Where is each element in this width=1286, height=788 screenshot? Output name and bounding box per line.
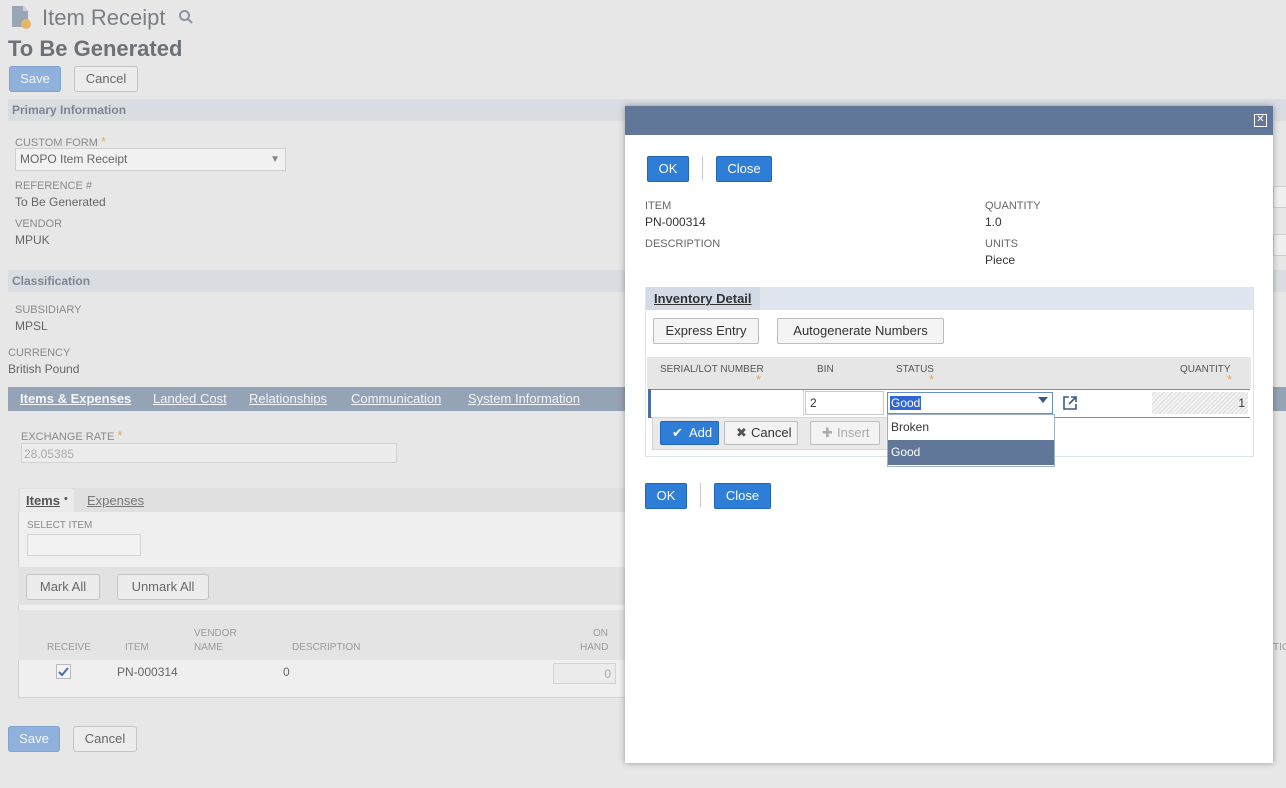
plus-icon: ✚	[822, 425, 833, 440]
subsidiary-value: MPSL	[15, 319, 48, 333]
select-item-input[interactable]	[27, 534, 141, 556]
checkmark-icon	[58, 667, 69, 677]
th-on: ON	[593, 628, 608, 639]
subsidiary-label: SUBSIDIARY	[15, 304, 82, 316]
reference-value: To Be Generated	[15, 195, 106, 209]
chevron-down-icon: ▼	[270, 154, 280, 165]
insert-row-button[interactable]: ✚ Insert	[810, 421, 880, 445]
mark-buttons-bar	[18, 567, 628, 605]
quantity-label: QUANTITY	[985, 200, 1041, 212]
button-separator	[702, 156, 703, 180]
page-title: Item Receipt	[42, 5, 166, 30]
tab-relationships[interactable]: Relationships	[249, 391, 327, 406]
open-link-icon[interactable]	[1062, 395, 1078, 411]
x-icon: ✖	[736, 425, 747, 440]
add-row-button[interactable]: ✔ Add	[660, 421, 719, 445]
tab-landed-cost[interactable]: Landed Cost	[153, 391, 227, 406]
vendor-label: VENDOR	[15, 218, 63, 230]
status-selected-value: Good	[890, 396, 922, 410]
unmark-all-button[interactable]: Unmark All	[117, 574, 209, 600]
search-icon[interactable]	[178, 9, 194, 25]
add-label: Add	[689, 425, 713, 440]
th-receive: RECEIVE	[47, 642, 91, 653]
express-entry-button[interactable]: Express Entry	[653, 318, 759, 344]
item-label: ITEM	[645, 200, 672, 212]
custom-form-select[interactable]: MOPO Item Receipt ▼	[15, 148, 286, 171]
reference-label: REFERENCE #	[15, 180, 93, 192]
tab-communication[interactable]: Communication	[351, 391, 441, 406]
th-item: ITEM	[125, 642, 149, 653]
autogenerate-numbers-button[interactable]: Autogenerate Numbers	[777, 318, 944, 344]
th-description: DESCRIPTION	[292, 642, 361, 653]
cancel-label: Cancel	[751, 425, 792, 440]
status-dropdown-list: Broken Good	[887, 414, 1055, 467]
item-receipt-icon	[11, 5, 31, 29]
inventory-detail-modal: ✕ OK Close ITEM PN-000314 DESCRIPTION QU…	[625, 106, 1273, 763]
close-button-top[interactable]: Close	[716, 156, 772, 182]
bin-input[interactable]: 2	[805, 391, 884, 415]
subtab-items[interactable]: Items	[26, 493, 60, 508]
row-on-hand: 0	[553, 663, 616, 684]
custom-form-label: CUSTOM FORM *	[15, 134, 107, 149]
row-description: 0	[283, 665, 290, 679]
ok-button-bottom[interactable]: OK	[645, 483, 687, 509]
units-label: UNITS	[985, 238, 1018, 250]
status-option-broken[interactable]: Broken	[888, 415, 1054, 440]
chevron-down-icon	[1038, 397, 1048, 403]
quantity-value: 1.0	[985, 215, 1002, 229]
page-subtitle: To Be Generated	[8, 36, 183, 61]
select-item-label: SELECT ITEM	[27, 520, 93, 531]
tab-inventory-detail[interactable]: Inventory Detail	[646, 287, 760, 310]
serial-lot-input[interactable]	[651, 390, 804, 416]
ok-button-top[interactable]: OK	[647, 156, 689, 182]
quantity-cell[interactable]: 1	[1152, 392, 1248, 414]
th-hand: HAND	[580, 642, 609, 653]
required-star: *	[100, 134, 107, 149]
subtab-items-bullet: •	[64, 493, 68, 505]
th-quantity: QUANTITY	[1180, 364, 1231, 375]
required-star: *	[756, 372, 762, 387]
modal-header: ✕	[625, 106, 1273, 135]
save-button-bottom[interactable]: Save	[8, 726, 60, 752]
units-value: Piece	[985, 253, 1016, 267]
item-value: PN-000314	[645, 215, 706, 229]
close-button-bottom[interactable]: Close	[714, 483, 771, 509]
required-star: *	[117, 428, 123, 443]
bin-value: 2	[810, 396, 817, 410]
tab-system-information[interactable]: System Information	[468, 391, 580, 406]
save-button-top[interactable]: Save	[9, 66, 61, 92]
subtab-expenses[interactable]: Expenses	[87, 493, 144, 508]
description-label: DESCRIPTION	[645, 238, 721, 250]
receive-checkbox[interactable]	[56, 664, 71, 679]
cancel-button-top[interactable]: Cancel	[74, 66, 138, 92]
exchange-rate-label: EXCHANGE RATE *	[21, 428, 123, 443]
close-icon[interactable]: ✕	[1254, 114, 1267, 127]
button-separator	[700, 483, 701, 507]
th-offscreen: TIO	[1273, 642, 1286, 653]
status-select[interactable]: Good	[887, 392, 1053, 414]
required-star: *	[929, 372, 935, 387]
th-bin: BIN	[817, 364, 834, 375]
required-star: *	[1227, 372, 1233, 387]
row-item: PN-000314	[117, 665, 178, 679]
currency-label: CURRENCY	[8, 347, 71, 359]
currency-value: British Pound	[8, 362, 80, 376]
cancel-button-bottom[interactable]: Cancel	[73, 726, 137, 752]
th-serial-lot: SERIAL/LOT NUMBER	[660, 364, 764, 375]
tab-items-expenses[interactable]: Items & Expenses	[20, 391, 131, 406]
bg-field-fragment	[1273, 234, 1286, 256]
vendor-value: MPUK	[15, 233, 50, 247]
exchange-rate-input[interactable]: 28.05385	[21, 443, 397, 463]
checkmark-icon: ✔	[672, 425, 683, 440]
bg-field-fragment	[1273, 186, 1286, 208]
status-option-good[interactable]: Good	[888, 440, 1054, 465]
mark-all-button[interactable]: Mark All	[26, 574, 100, 600]
th-vendor-name: NAME	[194, 642, 223, 653]
quantity-cell-value: 1	[1238, 396, 1245, 410]
th-vendor: VENDOR	[194, 628, 237, 639]
cancel-row-button[interactable]: ✖ Cancel	[724, 421, 798, 445]
insert-label: Insert	[837, 425, 870, 440]
